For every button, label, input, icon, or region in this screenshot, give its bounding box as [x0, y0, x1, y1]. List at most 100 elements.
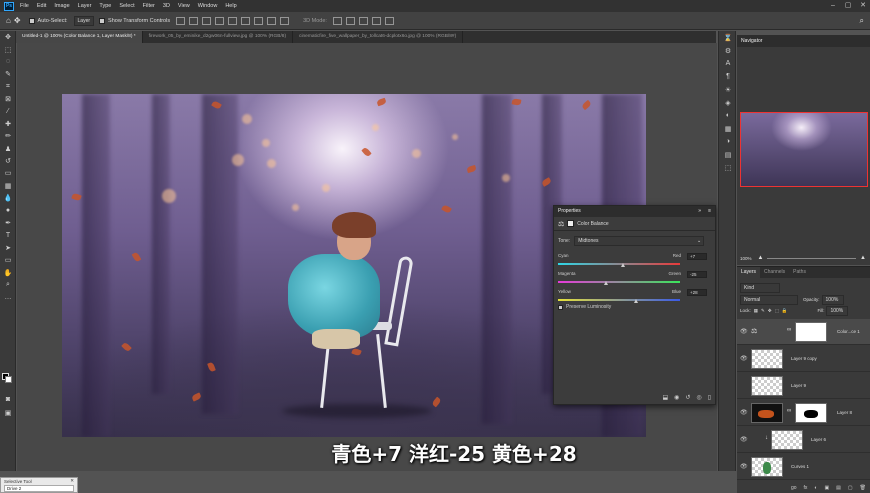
minimize-icon[interactable]: – — [826, 1, 840, 11]
gradient-tool-icon[interactable]: ▦ — [0, 180, 16, 192]
layer-name[interactable]: Curves 1 — [791, 464, 809, 469]
tab-cinematicfire[interactable]: cinematicfire_five_wallpaper_by_tollcat6… — [293, 31, 464, 43]
menu-select[interactable]: Select — [119, 3, 134, 9]
swatches-icon[interactable]: ▦ — [719, 122, 737, 135]
path-select-icon[interactable]: ➤ — [0, 242, 16, 254]
zoom-level[interactable]: 100% — [740, 256, 752, 261]
layer-row[interactable]: 👁 ∞ Layer 8 — [737, 400, 870, 426]
layer-name[interactable]: Layer 8 — [837, 410, 852, 415]
layer-row[interactable]: 👁 ↓ Layer 6 — [737, 427, 870, 453]
distribute-icon[interactable] — [254, 16, 264, 25]
collapse-icon[interactable]: » — [698, 206, 701, 217]
paths-icon[interactable]: ⬚ — [719, 161, 737, 174]
eraser-tool-icon[interactable]: ▭ — [0, 167, 16, 179]
lock-all-icon[interactable]: 🔒 — [782, 308, 788, 314]
zoom-in-icon[interactable]: ▲ — [860, 255, 866, 261]
3d-scale-icon[interactable] — [384, 16, 394, 25]
layer-name[interactable]: Layer 9 — [791, 383, 806, 388]
home-icon[interactable]: ⌂ — [6, 16, 11, 25]
align-center-icon[interactable] — [189, 16, 199, 25]
move-tool-icon[interactable]: ✥ — [0, 31, 16, 43]
layer-name[interactable]: Layer 9 copy — [791, 356, 817, 361]
3d-pan-icon[interactable] — [358, 16, 368, 25]
history-brush-icon[interactable]: ↺ — [0, 155, 16, 167]
menu-3d[interactable]: 3D — [163, 3, 170, 9]
yellow-blue-thumb[interactable] — [633, 299, 638, 303]
new-group-icon[interactable]: ▤ — [836, 485, 841, 491]
menu-filter[interactable]: Filter — [143, 3, 155, 9]
libraries-icon[interactable]: ▤ — [719, 148, 737, 161]
character-icon[interactable]: A — [719, 57, 737, 70]
quick-select-tool-icon[interactable]: ✎ — [0, 68, 16, 80]
3d-orbit-icon[interactable] — [332, 16, 342, 25]
align-middle-icon[interactable] — [228, 16, 238, 25]
layer-row[interactable]: Layer 9 — [737, 373, 870, 399]
hand-tool-icon[interactable]: ✋ — [0, 266, 16, 278]
menu-help[interactable]: Help — [225, 3, 236, 9]
align-right-icon[interactable] — [202, 16, 212, 25]
tab-paths[interactable]: Paths — [789, 267, 810, 278]
delete-icon[interactable]: ▯ — [708, 394, 711, 401]
layer-mask-thumbnail[interactable] — [795, 322, 827, 342]
layer-name[interactable]: Color...ce 1 — [837, 329, 860, 334]
trash-icon[interactable]: 🗑 — [860, 485, 866, 491]
layer-row[interactable]: 👁 ⚖ ∞ Color...ce 1 — [737, 319, 870, 345]
new-layer-icon[interactable]: ▢ — [848, 485, 853, 491]
align-left-icon[interactable] — [176, 16, 186, 25]
menu-window[interactable]: Window — [198, 3, 218, 9]
eye-icon[interactable]: 👁 — [740, 463, 748, 470]
3d-slide-icon[interactable] — [371, 16, 381, 25]
new-adjustment-icon[interactable]: ▣ — [824, 485, 829, 491]
maximize-icon[interactable]: ▢ — [841, 1, 855, 11]
lock-image-icon[interactable]: ✎ — [761, 308, 765, 314]
fx-icon[interactable]: fx — [804, 485, 808, 491]
menu-edit[interactable]: Edit — [37, 3, 46, 9]
magenta-green-track[interactable] — [558, 281, 680, 283]
3d-roll-icon[interactable] — [345, 16, 355, 25]
navigator-icon[interactable]: ◈ — [719, 96, 737, 109]
chain-link-icon[interactable]: ∞ — [787, 408, 791, 414]
layer-name[interactable]: Layer 6 — [811, 437, 826, 442]
yellow-blue-value[interactable]: +28 — [687, 289, 707, 296]
cyan-red-track[interactable] — [558, 263, 680, 265]
layer-kind-dropdown[interactable]: Kind — [740, 283, 780, 293]
menu-view[interactable]: View — [178, 3, 190, 9]
eye-icon[interactable]: 👁 — [740, 436, 748, 443]
chain-link-icon[interactable]: ∞ — [787, 327, 791, 333]
history-icon[interactable]: ⌛ — [719, 31, 737, 44]
more-tools-icon[interactable]: … — [0, 291, 16, 303]
tone-dropdown[interactable]: Midtones ⌄ — [574, 236, 705, 246]
healing-tool-icon[interactable]: ✚ — [0, 118, 16, 130]
add-mask-icon[interactable]: ◐ — [814, 485, 817, 491]
auto-select-checkbox[interactable] — [28, 17, 35, 24]
yellow-blue-slider[interactable]: Yellow Blue +28 — [558, 289, 713, 305]
align-bottom-icon[interactable] — [241, 16, 251, 25]
zoom-tool-icon[interactable]: ⌕ — [0, 279, 16, 291]
mask-icon[interactable] — [567, 220, 575, 227]
layer-row[interactable]: 👁 Layer 9 copy — [737, 346, 870, 372]
stamp-tool-icon[interactable]: ♟ — [0, 143, 16, 155]
zoom-slider[interactable] — [767, 257, 857, 259]
fill-field[interactable]: 100% — [826, 305, 849, 316]
lock-artboard-icon[interactable]: ⬚ — [775, 308, 779, 314]
magenta-green-thumb[interactable] — [603, 281, 608, 285]
cyan-red-value[interactable]: +7 — [687, 253, 707, 260]
close-icon[interactable]: ✕ — [70, 478, 74, 484]
shape-tool-icon[interactable]: ▭ — [0, 254, 16, 266]
tab-untitled-1[interactable]: Untitled-1 @ 100% (Color Balance 1, Laye… — [16, 31, 143, 43]
clip-to-layer-icon[interactable]: ⬓ — [662, 394, 668, 401]
tab-channels[interactable]: Channels — [760, 267, 789, 278]
view-previous-icon[interactable]: ◉ — [674, 394, 679, 401]
auto-select-target-dropdown[interactable]: Layer — [73, 15, 95, 26]
background-color-swatch[interactable] — [5, 376, 12, 383]
menu-type[interactable]: Type — [99, 3, 111, 9]
lasso-tool-icon[interactable]: ◌ — [0, 56, 16, 68]
blend-mode-dropdown[interactable]: Normal — [740, 294, 798, 305]
zoom-out-icon[interactable]: ▲ — [758, 255, 764, 261]
type-tool-icon[interactable]: T — [0, 229, 16, 241]
layer-row[interactable]: 👁 Curves 1 — [737, 454, 870, 480]
adjustments-icon[interactable]: ◑ — [719, 135, 737, 148]
eye-icon[interactable]: 👁 — [740, 355, 748, 362]
visibility-icon[interactable]: ◎ — [696, 394, 701, 401]
menu-image[interactable]: Image — [54, 3, 69, 9]
